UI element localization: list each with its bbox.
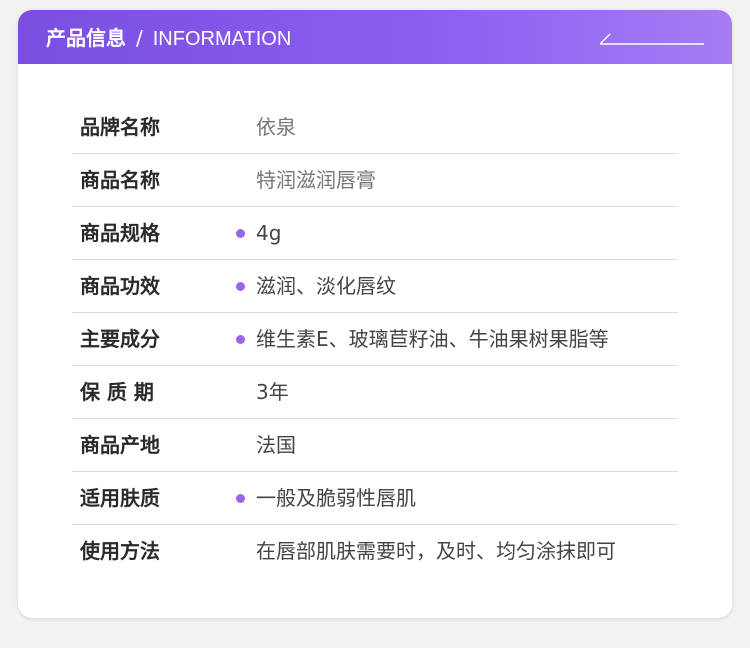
arrow-line-icon <box>600 33 704 45</box>
info-row-skin-type: 适用肤质 一般及脆弱性唇肌 <box>72 472 678 525</box>
info-row-origin: 商品产地 法国 <box>72 419 678 472</box>
info-row-efficacy: 商品功效 滋润、淡化唇纹 <box>72 260 678 313</box>
row-label: 商品规格 <box>80 221 160 245</box>
bullet-dot-icon <box>236 229 245 238</box>
row-value: 一般及脆弱性唇肌 <box>256 486 416 510</box>
header-title-en: INFORMATION <box>152 28 292 50</box>
row-label: 品牌名称 <box>80 115 160 139</box>
info-row-usage: 使用方法 在唇部肌肤需要时，及时、均匀涂抹即可 <box>72 525 678 577</box>
product-info-card: 产品信息 / INFORMATION 品牌名称 依泉 商品名称 特润滋润唇膏 商品规… <box>18 10 732 618</box>
row-label: 商品产地 <box>80 433 160 457</box>
info-table: 品牌名称 依泉 商品名称 特润滋润唇膏 商品规格 4g 商品功效 滋润、淡化唇纹… <box>72 101 678 577</box>
header-title: 产品信息 / INFORMATION <box>46 10 291 64</box>
row-value: 4g <box>256 221 282 245</box>
row-label: 主要成分 <box>80 327 160 351</box>
row-value: 维生素E、玻璃苣籽油、牛油果树果脂等 <box>256 327 609 351</box>
card-header: 产品信息 / INFORMATION <box>18 10 732 64</box>
bullet-dot-icon <box>236 335 245 344</box>
info-row-shelf-life: 保 质 期 3年 <box>72 366 678 419</box>
row-label: 使用方法 <box>80 539 160 563</box>
row-value: 依泉 <box>256 115 296 139</box>
row-label: 商品名称 <box>80 168 160 192</box>
row-value: 法国 <box>256 433 296 457</box>
info-row-ingredients: 主要成分 维生素E、玻璃苣籽油、牛油果树果脂等 <box>72 313 678 366</box>
row-value: 在唇部肌肤需要时，及时、均匀涂抹即可 <box>256 539 616 563</box>
row-label: 商品功效 <box>80 274 160 298</box>
row-value: 3年 <box>256 380 289 404</box>
info-row-spec: 商品规格 4g <box>72 207 678 260</box>
header-title-cn: 产品信息 <box>46 26 126 50</box>
row-value: 滋润、淡化唇纹 <box>256 274 396 298</box>
bullet-dot-icon <box>236 494 245 503</box>
bullet-dot-icon <box>236 282 245 291</box>
row-label: 适用肤质 <box>80 486 160 510</box>
header-separator: / <box>136 26 143 50</box>
info-row-product-name: 商品名称 特润滋润唇膏 <box>72 154 678 207</box>
row-value: 特润滋润唇膏 <box>256 168 376 192</box>
row-label: 保 质 期 <box>80 380 154 404</box>
info-row-brand: 品牌名称 依泉 <box>72 101 678 154</box>
